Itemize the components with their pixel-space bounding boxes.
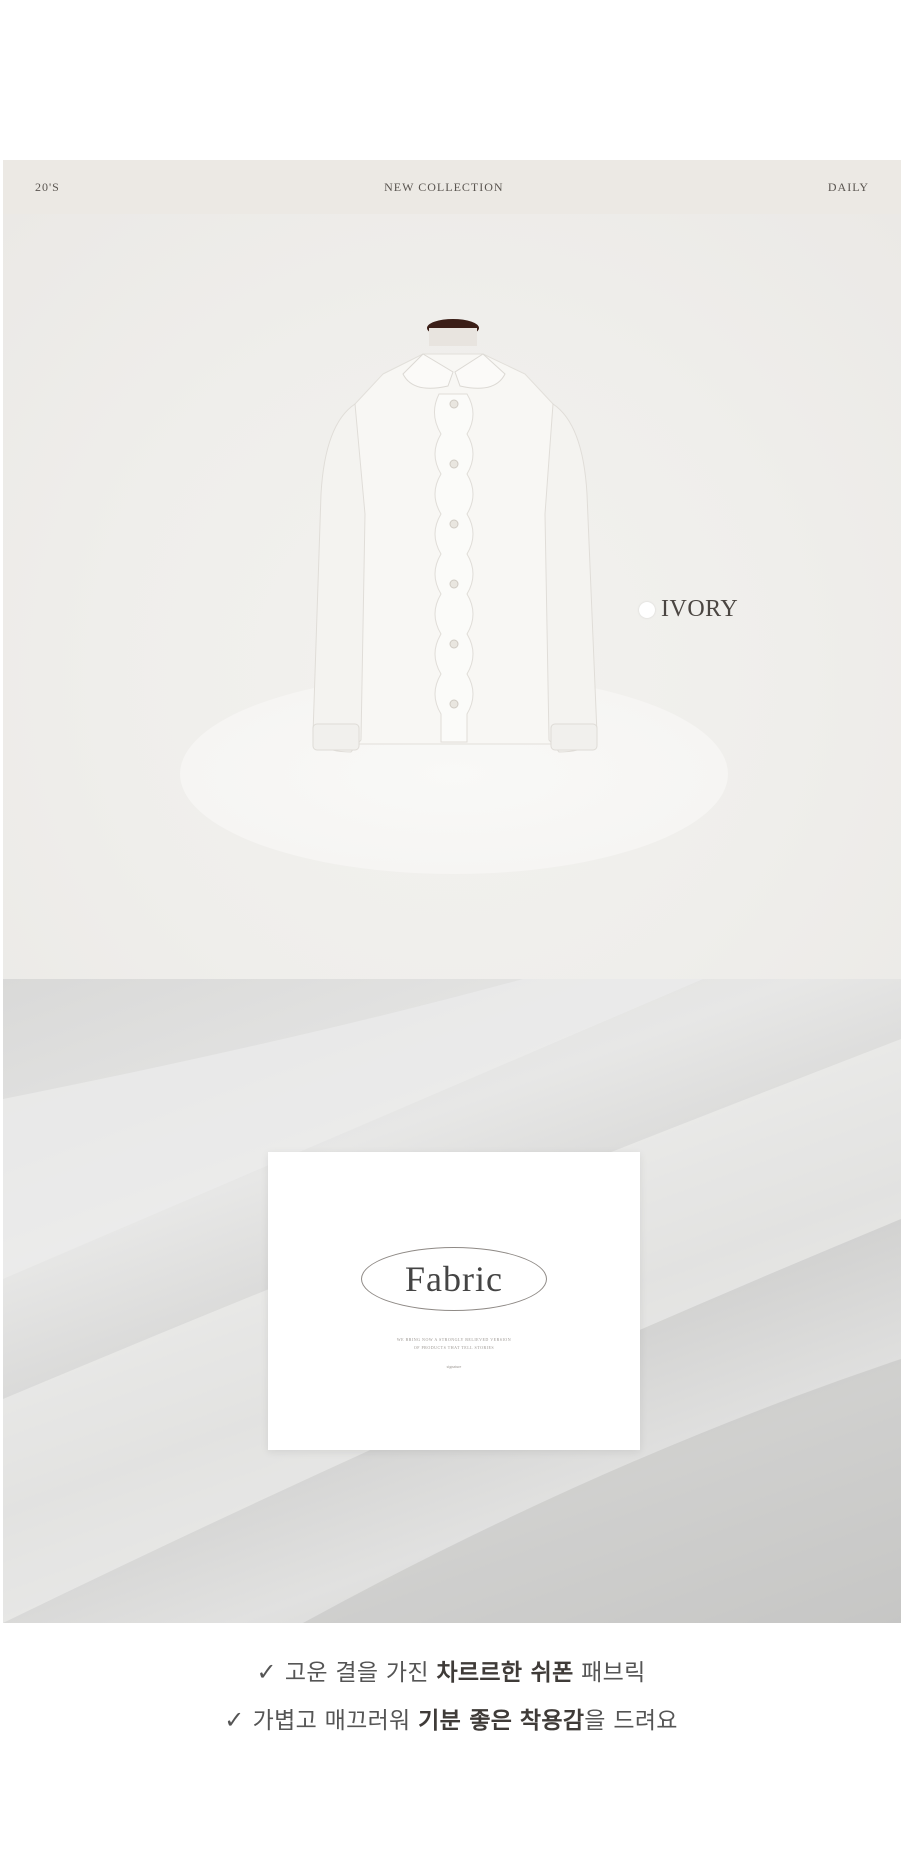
banner-right-label: DAILY <box>827 179 869 194</box>
feature-1-pre: 고운 결을 가진 <box>284 1660 437 1686</box>
feature-2-bold-2: 착용감 <box>519 1708 585 1734</box>
banner-left-label: 20'S <box>35 179 60 194</box>
banner-center-label: NEW COLLECTION <box>384 179 504 194</box>
feature-line-1: ✓ 고운 결을 가진 차르르한 쉬폰 패브릭 <box>0 1653 902 1687</box>
fabric-fine-text-1: WE BRING NOW A STRONGLY BELIEVED VERSION <box>396 1337 512 1342</box>
feature-1-post: 패브릭 <box>573 1660 646 1686</box>
fabric-texture-photo: Fabric WE BRING NOW A STRONGLY BELIEVED … <box>3 979 901 1623</box>
feature-2-post: 을 드려요 <box>584 1708 678 1734</box>
product-photo: IVORY <box>3 214 901 979</box>
check-icon: ✓ <box>256 1658 277 1686</box>
color-name: IVORY <box>661 596 739 622</box>
feature-2-bold-1: 기분 좋은 <box>418 1708 513 1734</box>
fabric-fine-text-2: OF PRODUCTS THAT TELL STORIES <box>413 1345 495 1350</box>
fabric-title-oval: Fabric <box>361 1247 547 1311</box>
fabric-title: Fabric <box>405 1259 503 1299</box>
feature-line-2: ✓ 가볍고 매끄러워 기분 좋은 착용감을 드려요 <box>0 1701 902 1735</box>
blouse-image <box>263 314 643 834</box>
check-icon: ✓ <box>224 1706 245 1734</box>
collection-banner: 20'S NEW COLLECTION DAILY <box>3 160 901 214</box>
top-whitespace <box>0 0 902 160</box>
color-dot-icon <box>639 601 655 618</box>
feature-bullets: ✓ 고운 결을 가진 차르르한 쉬폰 패브릭 ✓ 가볍고 매끄러워 기분 좋은 착용… <box>0 1623 902 1855</box>
feature-2-pre: 가볍고 매끄러워 <box>252 1708 419 1734</box>
fabric-info-card: Fabric WE BRING NOW A STRONGLY BELIEVED … <box>268 1152 640 1450</box>
color-swatch: IVORY <box>639 596 738 623</box>
feature-1-bold: 차르르한 쉬폰 <box>436 1660 574 1686</box>
feature-2-mid <box>512 1708 520 1734</box>
fabric-signature: signature <box>446 1364 462 1369</box>
